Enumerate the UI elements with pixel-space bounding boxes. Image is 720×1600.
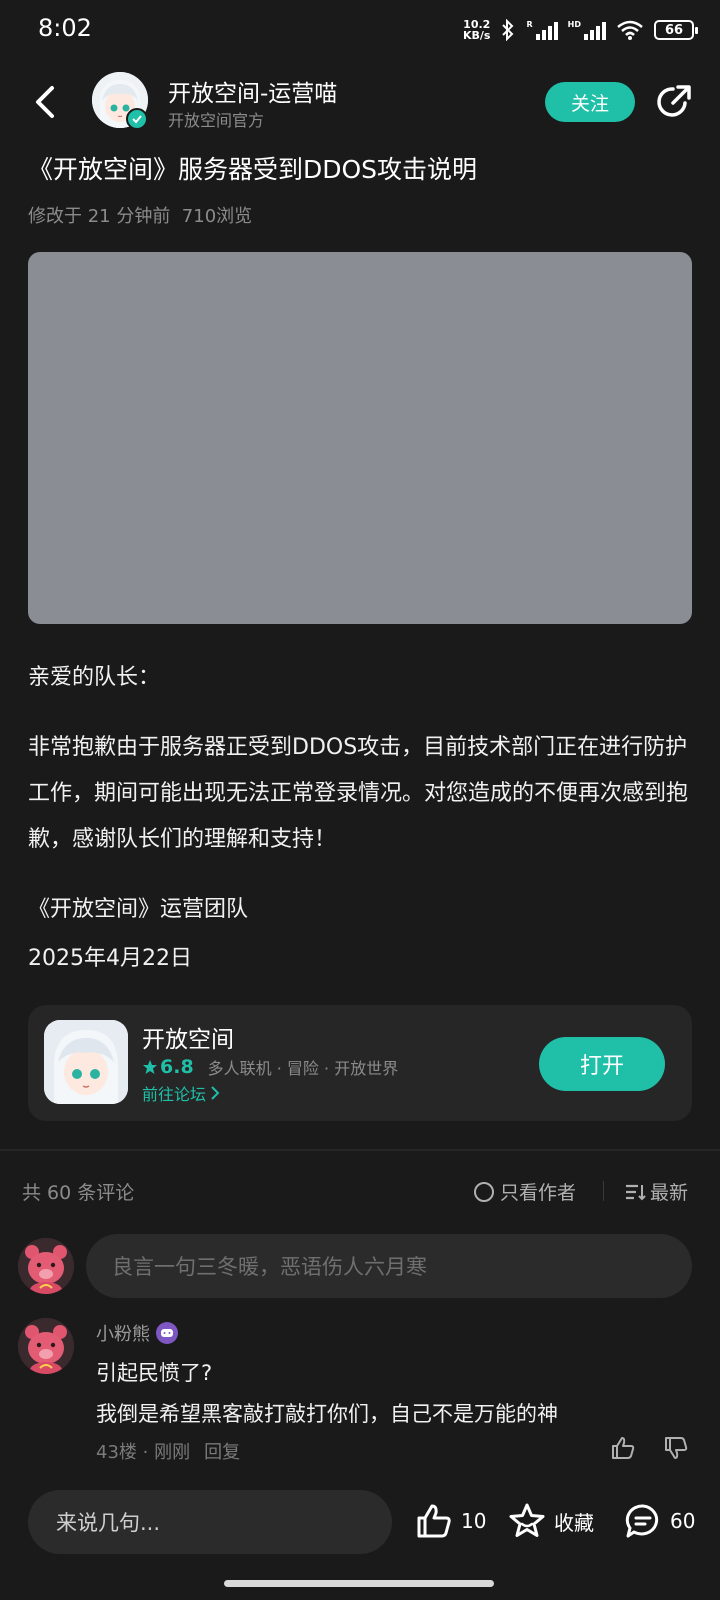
follow-button[interactable]: 关注	[545, 82, 635, 122]
comment-avatar[interactable]	[18, 1318, 74, 1374]
forum-link[interactable]: 前往论坛	[142, 1081, 220, 1105]
author-subtitle: 开放空间官方	[168, 111, 265, 130]
post-meta: 修改于 21 分钟前 710浏览	[28, 206, 253, 227]
comments-button[interactable]: 60	[624, 1502, 695, 1540]
post-date: 2025年4月22日	[28, 946, 192, 971]
signal-label-r: R	[526, 20, 533, 29]
bluetooth-icon	[502, 19, 514, 41]
sort-icon	[626, 1184, 646, 1200]
comment-count: 共 60 条评论	[22, 1182, 135, 1204]
author-name[interactable]: 开放空间-运营喵	[168, 74, 337, 108]
back-icon[interactable]	[30, 82, 60, 122]
post-title: 《开放空间》服务器受到DDOS攻击说明	[28, 155, 478, 184]
thumbs-up-icon[interactable]	[610, 1435, 636, 1461]
wifi-icon	[617, 20, 643, 40]
comment-floor: 43楼 · 刚刚	[96, 1442, 191, 1463]
chevron-right-icon	[211, 1086, 220, 1100]
star-icon	[143, 1060, 157, 1074]
post-body: 非常抱歉由于服务器正受到DDOS攻击，目前技术部门正在进行防护工作，期间可能出现…	[28, 735, 689, 852]
post-image[interactable]	[28, 252, 692, 624]
my-avatar[interactable]	[18, 1238, 74, 1294]
sort-toggle[interactable]: 最新	[624, 1178, 688, 1205]
net-speed: 10.2 KB/s	[463, 19, 490, 41]
status-icons: 10.2 KB/s R HD 66	[463, 16, 698, 44]
thumbs-down-icon[interactable]	[663, 1435, 689, 1461]
thumbs-up-icon	[417, 1504, 451, 1538]
signal-label-hd: HD	[567, 20, 581, 29]
verified-badge-icon	[126, 108, 148, 130]
favorite-label: 收藏	[554, 1510, 594, 1535]
game-icon[interactable]	[44, 1020, 128, 1104]
section-divider	[0, 1149, 720, 1151]
sort-separator	[603, 1181, 604, 1201]
reply-button[interactable]: 回复	[204, 1438, 240, 1464]
forum-link-label: 前往论坛	[142, 1085, 207, 1104]
radio-circle-icon	[474, 1181, 494, 1202]
like-count: 10	[461, 1509, 487, 1533]
author-only-toggle[interactable]: 只看作者	[474, 1178, 576, 1205]
comment-text-line2: 我倒是希望黑客敲打敲打你们，自己不是万能的神	[96, 1402, 558, 1426]
net-speed-unit: KB/s	[463, 29, 491, 42]
open-game-button[interactable]: 打开	[539, 1037, 665, 1091]
post-signature: 《开放空间》运营团队	[28, 897, 249, 922]
pink-bear-avatar-icon	[18, 1238, 74, 1294]
gamepad-badge-icon	[156, 1322, 178, 1344]
star-outline-icon	[509, 1503, 545, 1537]
share-icon[interactable]	[655, 83, 693, 121]
comment-input[interactable]: 良言一句三冬暖，恶语伤人六月寒	[86, 1234, 692, 1298]
signal-icon: R	[526, 20, 558, 40]
like-button[interactable]: 10	[415, 1502, 486, 1540]
favorite-button[interactable]: 收藏	[508, 1502, 594, 1540]
post-greeting: 亲爱的队长：	[28, 665, 161, 690]
anime-girl-game-icon	[44, 1020, 128, 1104]
comment-total: 60	[670, 1509, 696, 1533]
comment-username-row: 小粉熊	[96, 1320, 178, 1346]
home-indicator[interactable]	[224, 1580, 494, 1587]
game-name[interactable]: 开放空间	[142, 1020, 234, 1054]
game-rating-row: 6.8 多人联机 · 冒险 · 开放世界	[142, 1055, 398, 1079]
game-rating-value: 6.8	[160, 1056, 194, 1078]
battery-icon: 66	[654, 20, 698, 40]
signal-hd-icon: HD	[568, 20, 606, 40]
sort-label: 最新	[650, 1182, 689, 1204]
author-only-label: 只看作者	[500, 1182, 577, 1204]
comment-meta: 43楼 · 刚刚 回复	[96, 1438, 240, 1464]
comment-bubble-icon	[625, 1504, 659, 1538]
status-time: 8:02	[38, 14, 92, 42]
comment-text-line1: 引起民愤了?	[96, 1361, 213, 1385]
bottom-comment-input[interactable]: 来说几句...	[28, 1490, 392, 1554]
comment-username[interactable]: 小粉熊	[96, 1320, 150, 1346]
game-tags: 多人联机 · 冒险 · 开放世界	[207, 1059, 399, 1078]
game-rating: 6.8	[142, 1056, 194, 1078]
pink-bear-avatar-icon	[18, 1318, 74, 1374]
